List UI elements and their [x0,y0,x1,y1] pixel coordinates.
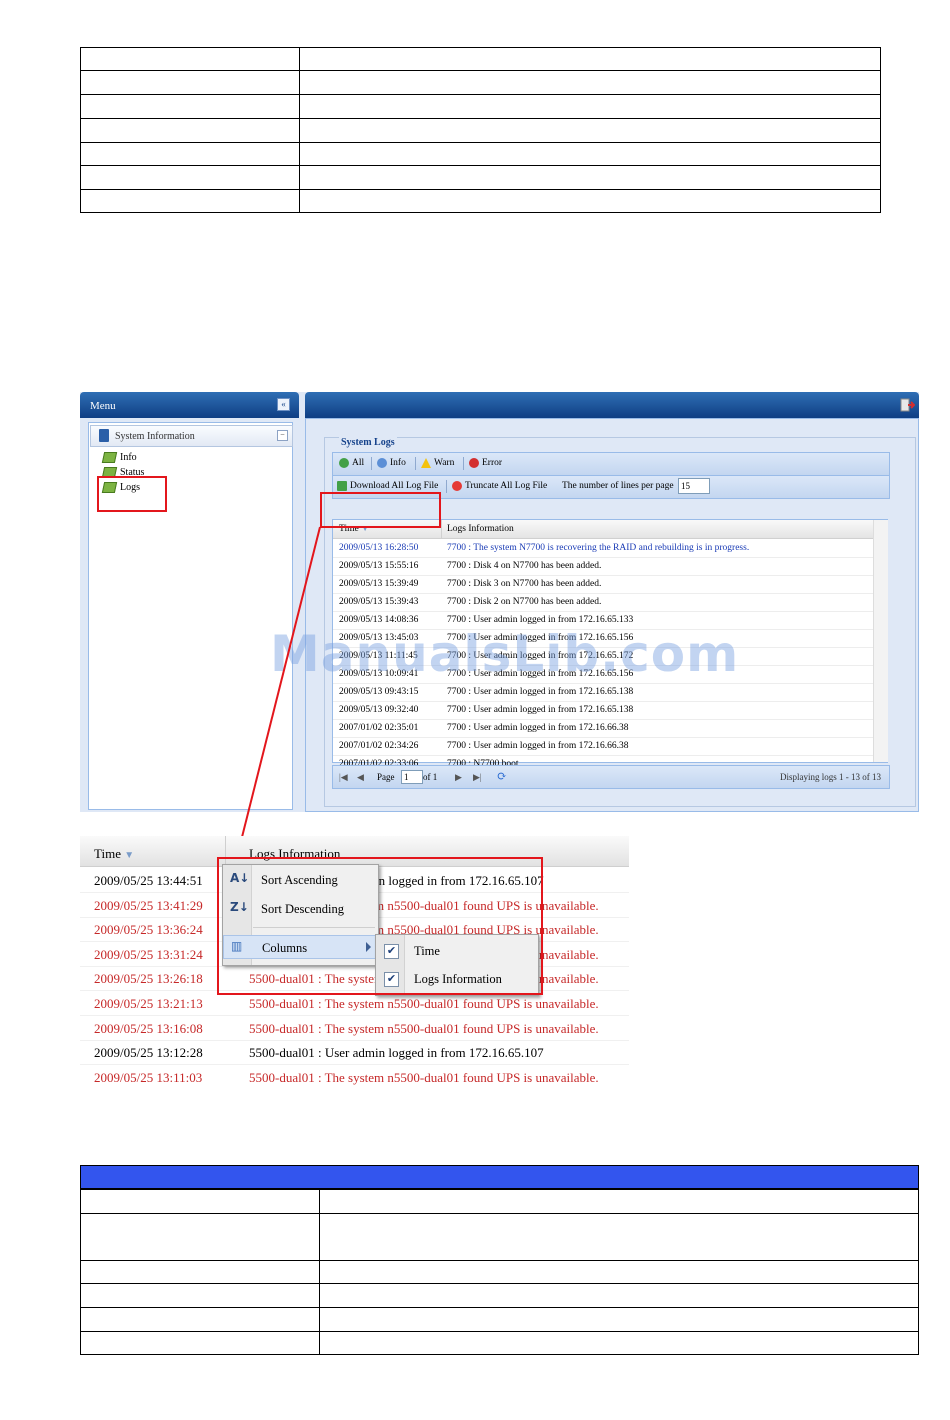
log-message: 5500-dual01 : The system n5500-dual01 fo… [249,1020,599,1036]
table-row[interactable]: 2009/05/25 13:16:08 5500-dual01 : The sys… [80,1016,629,1041]
log-time: 2009/05/25 13:26:18 [94,971,203,987]
log-time: 2009/05/25 13:16:08 [94,1020,203,1036]
log-message: 5500-dual01 : The system n5500-dual01 fo… [249,1069,599,1085]
bottom-empty-table [80,1189,919,1355]
zoom-column-header-time[interactable]: Time ▼ [94,846,134,862]
log-message: 5500-dual01 : The system n5500-dual01 fo… [249,996,599,1011]
log-message: 5500-dual01 : User admin logged in from … [249,1045,544,1061]
log-time: 2009/05/25 13:41:29 [94,897,203,913]
log-time: 2009/05/25 13:44:51 [94,873,203,888]
log-time: 2009/05/25 13:12:28 [94,1045,203,1061]
log-time: 2009/05/25 13:36:24 [94,922,203,938]
log-time: 2009/05/25 13:21:13 [94,996,203,1011]
log-time: 2009/05/25 13:31:24 [94,946,203,962]
table-row[interactable]: 2009/05/25 13:11:03 5500-dual01 : The sys… [80,1065,629,1086]
zoomed-grid-screenshot: Time ▼ Logs Information 2009/05/25 13:44… [80,836,629,1086]
sort-arrow-icon: ▼ [124,850,135,861]
context-menu-highlight-box [217,857,543,995]
bottom-table-header [80,1165,919,1189]
log-time: 2009/05/25 13:11:03 [94,1069,203,1085]
table-row[interactable]: 2009/05/25 13:12:28 5500-dual01 : User ad… [80,1040,629,1066]
